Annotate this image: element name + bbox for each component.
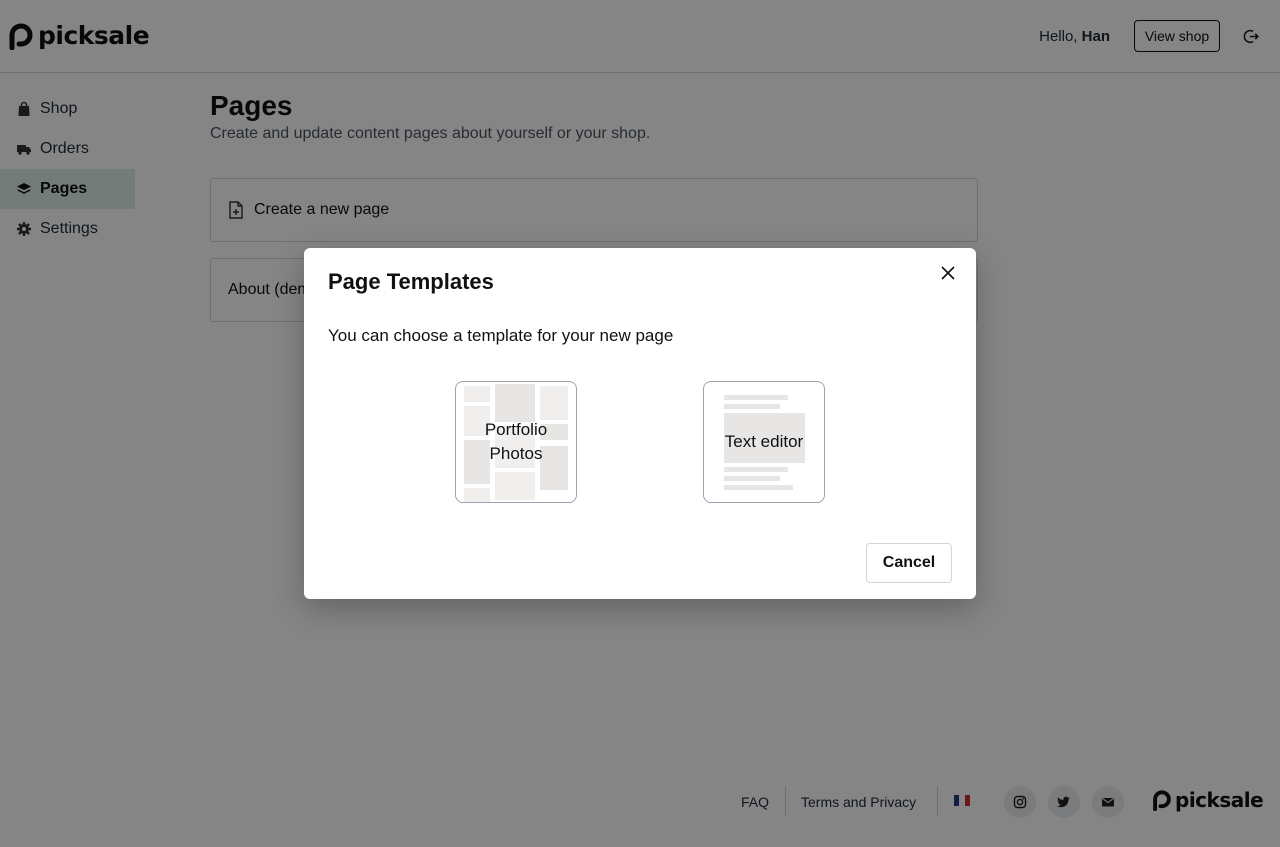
template-label: Portfolio Photos	[484, 420, 548, 463]
close-icon[interactable]	[938, 263, 958, 283]
cancel-button[interactable]: Cancel	[866, 543, 952, 583]
template-text-editor[interactable]: Text editor	[703, 381, 825, 503]
modal-description: You can choose a template for your new p…	[328, 326, 674, 345]
template-portfolio-photos[interactable]: Portfolio Photos	[455, 381, 577, 503]
template-label: Text editor	[724, 432, 804, 451]
page-templates-modal: Page Templates You can choose a template…	[304, 248, 976, 599]
modal-title: Page Templates	[328, 269, 494, 294]
